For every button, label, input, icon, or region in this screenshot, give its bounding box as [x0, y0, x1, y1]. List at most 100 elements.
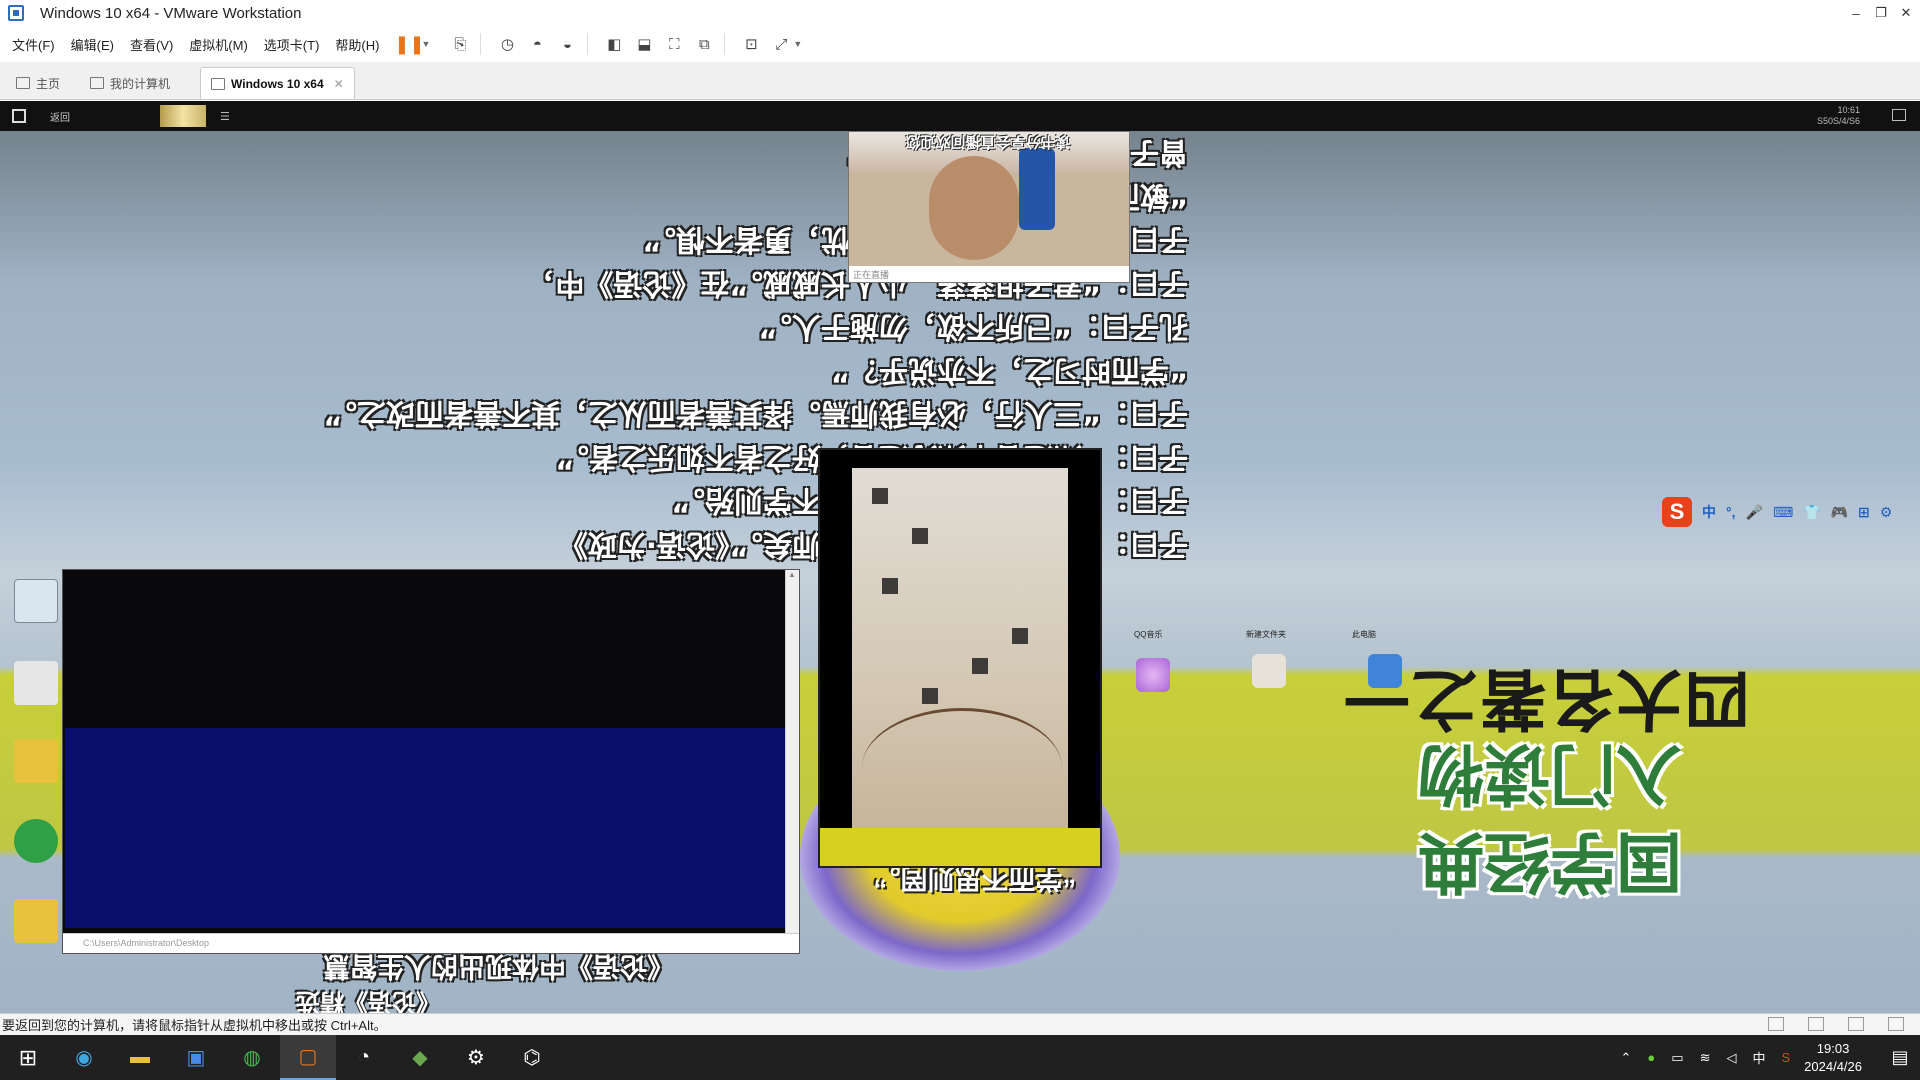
desktop-icon-label: 新建文件夹: [1246, 630, 1286, 639]
avatar-icon[interactable]: [1252, 654, 1286, 688]
tab-home[interactable]: 主页: [6, 67, 70, 99]
sogou-logo-icon[interactable]: S: [1662, 497, 1692, 527]
pause-icon[interactable]: ❚❚: [394, 32, 424, 56]
restore-button[interactable]: ❐: [1868, 0, 1894, 26]
video-detail: [882, 578, 898, 594]
game-icon[interactable]: 🎮: [1831, 504, 1848, 521]
file-explorer-icon[interactable]: ▬: [112, 1035, 168, 1080]
volume-icon[interactable]: ◁: [1726, 1050, 1736, 1066]
this-pc-icon[interactable]: [1368, 654, 1402, 688]
menu-file[interactable]: 文件(F): [12, 35, 55, 54]
toolbox-icon[interactable]: ⊞: [1858, 504, 1870, 521]
qq-icon[interactable]: ◔: [336, 1035, 392, 1080]
edge-icon[interactable]: [14, 819, 58, 863]
grid-icon[interactable]: [12, 109, 26, 123]
mirrored-line: 子曰：“三人行，必有我师焉。择其善者而从之，其不善者而改之。”: [323, 397, 1188, 432]
snapshot-icon[interactable]: ◷: [495, 32, 519, 56]
menu-vm[interactable]: 虚拟机(M): [189, 35, 248, 54]
settings-icon[interactable]: ⚙: [1880, 504, 1893, 521]
tab-my-computer[interactable]: 我的计算机: [80, 67, 180, 99]
ime-toolbar[interactable]: S 中 °, 🎤 ⌨ 👕 🎮 ⊞ ⚙: [1662, 496, 1920, 528]
folder-icon[interactable]: [14, 899, 58, 943]
send-ctrl-alt-del-icon[interactable]: ⎘: [448, 32, 472, 56]
computer-icon: [90, 77, 105, 89]
console-icon[interactable]: ⊡: [739, 32, 763, 56]
mirrored-green-title: 国学经典 入门读物: [1262, 729, 1682, 905]
minecraft-icon[interactable]: ◆: [392, 1035, 448, 1080]
menu-help[interactable]: 帮助(H): [335, 35, 379, 54]
screen-icon[interactable]: [1892, 109, 1906, 121]
toolbar-divider: [587, 33, 589, 55]
menu-edit[interactable]: 编辑(E): [71, 35, 114, 54]
library-icon[interactable]: ◧: [602, 32, 626, 56]
keyboard-icon[interactable]: ⌨: [1773, 504, 1793, 521]
start-button[interactable]: ⊞: [0, 1035, 56, 1080]
usb-device-icon[interactable]: [1808, 1017, 1824, 1031]
chevron-up-icon[interactable]: ⌃: [1621, 1050, 1632, 1066]
tab-label: 主页: [36, 76, 61, 91]
wifi-icon[interactable]: ≋: [1700, 1050, 1711, 1066]
skin-icon[interactable]: 👕: [1803, 504, 1820, 521]
display-device-icon[interactable]: [1888, 1017, 1904, 1031]
list-icon[interactable]: ☰: [220, 110, 230, 123]
wechat-icon[interactable]: ●: [1647, 1050, 1655, 1065]
settings-icon[interactable]: ⚙: [448, 1035, 504, 1080]
phone-video-window[interactable]: [818, 448, 1102, 868]
manage-snapshots-icon[interactable]: ◒: [555, 32, 579, 56]
phone-video: [852, 468, 1068, 832]
close-tab-icon[interactable]: ✕: [334, 77, 344, 91]
toolbar-divider: [480, 33, 482, 55]
vmware-icon[interactable]: ▢: [280, 1035, 336, 1080]
thumbnail-image: [160, 105, 206, 127]
chevron-down-icon[interactable]: ▼: [421, 39, 430, 49]
video-detail: [1012, 628, 1028, 644]
microphone-icon[interactable]: 🎤: [1746, 504, 1763, 521]
guest-screen[interactable]: 返回 ☰ 10:61S50S/4/S6 子曰：“温故而知新，可以为师矣。”《论语…: [0, 101, 1920, 1013]
unity-icon[interactable]: ⧉: [692, 32, 716, 56]
thumbnail-icon[interactable]: ⬓: [632, 32, 656, 56]
stretch-icon[interactable]: ⤢: [769, 32, 793, 56]
video-detail: [872, 488, 888, 504]
webcam-status-bar: 正在直播: [849, 266, 1129, 282]
dark-window[interactable]: C:\Users\Administrator\Desktop: [62, 569, 800, 954]
sogou-tray-icon[interactable]: S: [1781, 1050, 1790, 1065]
fullscreen-icon[interactable]: ⛶: [662, 32, 686, 56]
folder-icon[interactable]: [14, 739, 58, 783]
video-detail: [922, 688, 938, 704]
tab-windows-10[interactable]: Windows 10 x64 ✕: [200, 67, 355, 99]
revert-snapshot-icon[interactable]: ◓: [525, 32, 549, 56]
chevron-down-icon[interactable]: ▼: [793, 39, 802, 49]
recycle-bin-icon[interactable]: [14, 579, 58, 623]
status-message: 要返回到您的计算机，请将鼠标指针从虚拟机中移出或按 Ctrl+Alt。: [2, 1018, 387, 1033]
mirrored-green-line: 国学经典: [1418, 823, 1682, 900]
vmware-status-bar: 要返回到您的计算机，请将鼠标指针从虚拟机中移出或按 Ctrl+Alt。: [0, 1013, 1920, 1035]
close-button[interactable]: ✕: [1893, 0, 1919, 26]
browser-icon[interactable]: ◍: [224, 1035, 280, 1080]
clock[interactable]: 19:03 2024/4/26: [1804, 1040, 1862, 1076]
blue-panel: [65, 728, 785, 928]
input-language[interactable]: 中: [1752, 1048, 1765, 1067]
gamepad-icon[interactable]: ⌬: [504, 1035, 560, 1080]
sound-device-icon[interactable]: [1848, 1017, 1864, 1031]
store-icon[interactable]: ▣: [168, 1035, 224, 1080]
vertical-scrollbar[interactable]: [785, 570, 799, 933]
edge-icon[interactable]: ◉: [56, 1035, 112, 1080]
menu-bar: 文件(F) 编辑(E) 查看(V) 虚拟机(M) 选项卡(T) 帮助(H) ❚❚…: [0, 26, 1920, 62]
video-detail: [972, 658, 988, 674]
taskbar: ⊞ ◉ ▬ ▣ ◍ ▢ ◔ ◆ ⚙ ⌬ ⌃ ● ▭ ≋ ◁ 中 S 19:03 …: [0, 1035, 1920, 1080]
music-app-icon[interactable]: [1136, 658, 1170, 692]
back-label[interactable]: 返回: [50, 109, 70, 124]
network-device-icon[interactable]: [1768, 1017, 1784, 1031]
ime-chinese-mode[interactable]: 中: [1702, 502, 1716, 522]
menu-view[interactable]: 查看(V): [130, 35, 173, 54]
guest-top-bar: 返回 ☰ 10:61 S50S/4/S6: [0, 101, 1920, 131]
desktop-icon-label: QQ音乐: [1134, 630, 1163, 639]
battery-icon[interactable]: ▭: [1671, 1050, 1683, 1066]
notification-icon[interactable]: ▤: [1880, 1035, 1920, 1080]
menu-tabs[interactable]: 选项卡(T): [264, 35, 320, 54]
webcam-overlay[interactable]: 读书分享会直播间欢迎您 正在直播: [848, 131, 1130, 283]
document-icon[interactable]: [14, 661, 58, 705]
minimize-button[interactable]: –: [1843, 0, 1869, 26]
video-cable: [862, 708, 1062, 828]
ime-punctuation-icon[interactable]: °,: [1726, 504, 1736, 520]
